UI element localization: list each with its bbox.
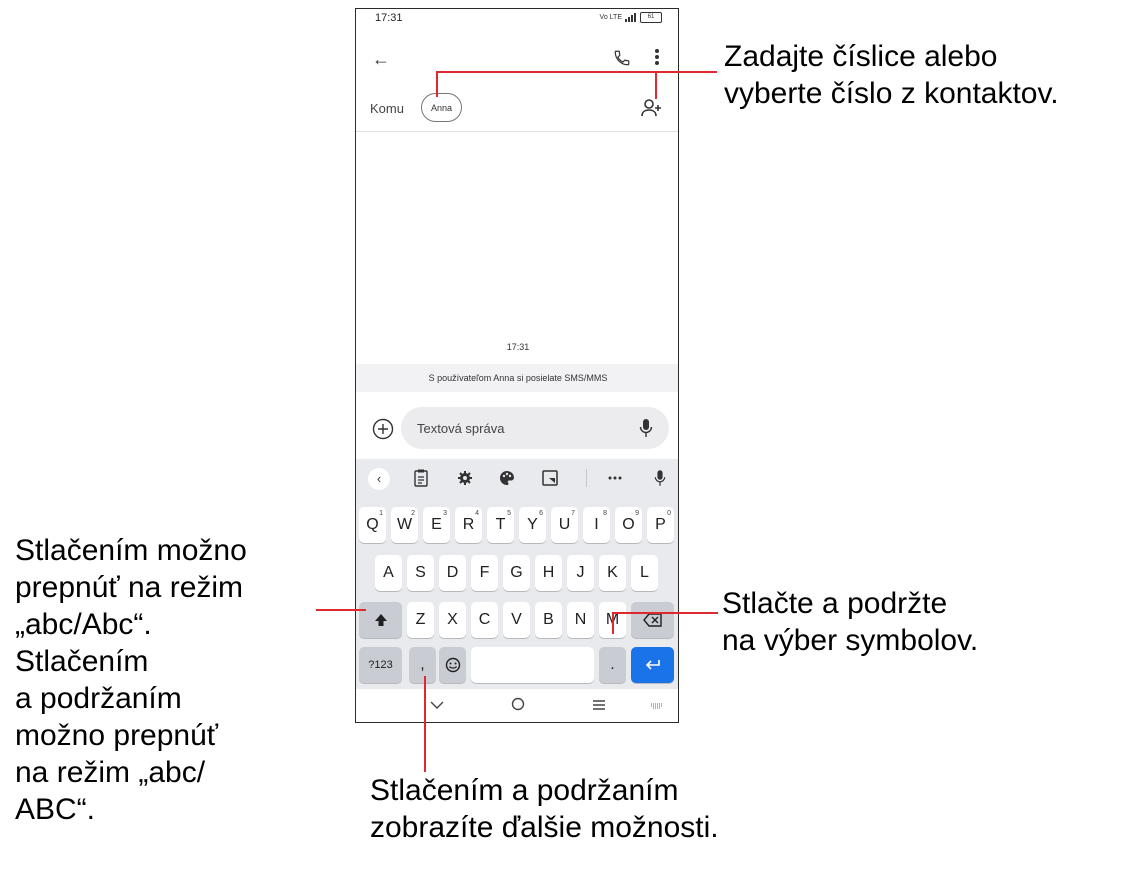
add-attachment-icon[interactable]: [372, 418, 394, 440]
key-n[interactable]: N: [567, 602, 594, 638]
callout-bottom: Stlačením a podržaním zobrazíte ďalšie m…: [370, 774, 719, 844]
space-key[interactable]: [471, 647, 594, 683]
emoji-key[interactable]: [439, 647, 466, 683]
callout-top-right: Zadajte číslice alebo vyberte číslo z ko…: [724, 40, 1059, 110]
key-t[interactable]: T5: [487, 507, 514, 543]
key-g[interactable]: G: [503, 555, 530, 591]
backspace-icon: [642, 613, 662, 627]
enter-arrow-icon: [645, 659, 660, 670]
clipboard-icon[interactable]: [414, 469, 428, 487]
palette-icon[interactable]: [499, 470, 515, 486]
status-icons: Vo LTE 61: [600, 12, 662, 23]
key-r[interactable]: R4: [455, 507, 482, 543]
callout-line-top-chip: [436, 71, 438, 97]
period-key[interactable]: .: [599, 647, 626, 683]
network-label: Vo LTE: [599, 14, 622, 21]
on-screen-keyboard: ‹ Q1 W2 E3 R4 T5 Y6 U7 I8 O9 P0 A S D F …: [356, 459, 678, 689]
toolbar-separator: [586, 469, 587, 487]
key-v[interactable]: V: [503, 602, 530, 638]
callout-line-top: [437, 71, 717, 73]
callout-line-bottom: [424, 676, 426, 772]
callout-line-left: [316, 609, 366, 611]
symbols-key[interactable]: ?123: [359, 647, 402, 683]
phone-screen: 17:31 Vo LTE 61 ← Komu Anna 17:31 S použ…: [355, 8, 679, 723]
navigation-bar: [356, 689, 678, 722]
callout-right: Stlačte a podržte na výber symbolov.: [722, 587, 979, 657]
add-contact-icon[interactable]: [641, 98, 663, 118]
key-i[interactable]: I8: [583, 507, 610, 543]
message-timestamp: 17:31: [506, 342, 530, 352]
callout-line-top-contact: [655, 71, 657, 99]
emoji-icon: [445, 657, 460, 672]
enter-key[interactable]: [631, 647, 674, 683]
key-f[interactable]: F: [471, 555, 498, 591]
key-w[interactable]: W2: [391, 507, 418, 543]
key-x[interactable]: X: [439, 602, 466, 638]
mic-icon[interactable]: [639, 418, 653, 438]
callout-line-right: [612, 612, 718, 614]
menu-icon[interactable]: [592, 700, 606, 710]
key-s[interactable]: S: [407, 555, 434, 591]
chevron-left-icon[interactable]: ‹: [368, 468, 390, 490]
key-l[interactable]: L: [631, 555, 658, 591]
shift-icon: [374, 613, 387, 626]
keyboard-switch-icon[interactable]: [651, 703, 663, 709]
gear-icon[interactable]: [457, 470, 473, 486]
more-vert-icon[interactable]: [653, 47, 661, 67]
key-a[interactable]: A: [375, 555, 402, 591]
callout-line-right-vertical: [612, 612, 614, 634]
key-d[interactable]: D: [439, 555, 466, 591]
key-e[interactable]: E3: [423, 507, 450, 543]
key-k[interactable]: K: [599, 555, 626, 591]
key-q[interactable]: Q1: [359, 507, 386, 543]
message-input[interactable]: Textová správa: [401, 407, 669, 449]
signal-icon: [625, 13, 636, 22]
key-z[interactable]: Z: [407, 602, 434, 638]
to-label: Komu: [370, 101, 404, 116]
hide-keyboard-icon[interactable]: [430, 701, 444, 709]
phone-call-icon[interactable]: [613, 49, 631, 67]
voice-input-icon[interactable]: [654, 468, 666, 488]
header-divider: [356, 131, 678, 132]
floating-keyboard-icon[interactable]: [542, 470, 558, 486]
key-h[interactable]: H: [535, 555, 562, 591]
key-b[interactable]: B: [535, 602, 562, 638]
key-j[interactable]: J: [567, 555, 594, 591]
keyboard-toolbar: ‹: [356, 459, 678, 497]
key-y[interactable]: Y6: [519, 507, 546, 543]
battery-icon: 61: [640, 12, 662, 23]
backspace-key[interactable]: [631, 602, 674, 638]
sms-info-banner: S používateľom Anna si posielate SMS/MMS: [356, 364, 678, 392]
home-icon[interactable]: [511, 697, 525, 711]
key-u[interactable]: U7: [551, 507, 578, 543]
back-arrow-icon[interactable]: ←: [372, 49, 390, 70]
shift-key[interactable]: [359, 602, 402, 638]
key-c[interactable]: C: [471, 602, 498, 638]
recipient-chip[interactable]: Anna: [421, 93, 462, 122]
callout-left: Stlačením možno prepnúť na režim „abc/Ab…: [15, 534, 247, 826]
key-p[interactable]: P0: [647, 507, 674, 543]
message-placeholder: Textová správa: [417, 421, 505, 436]
comma-key[interactable]: ,: [409, 647, 436, 683]
status-time: 17:31: [375, 12, 403, 24]
key-o[interactable]: O9: [615, 507, 642, 543]
more-horiz-icon[interactable]: [608, 476, 622, 480]
